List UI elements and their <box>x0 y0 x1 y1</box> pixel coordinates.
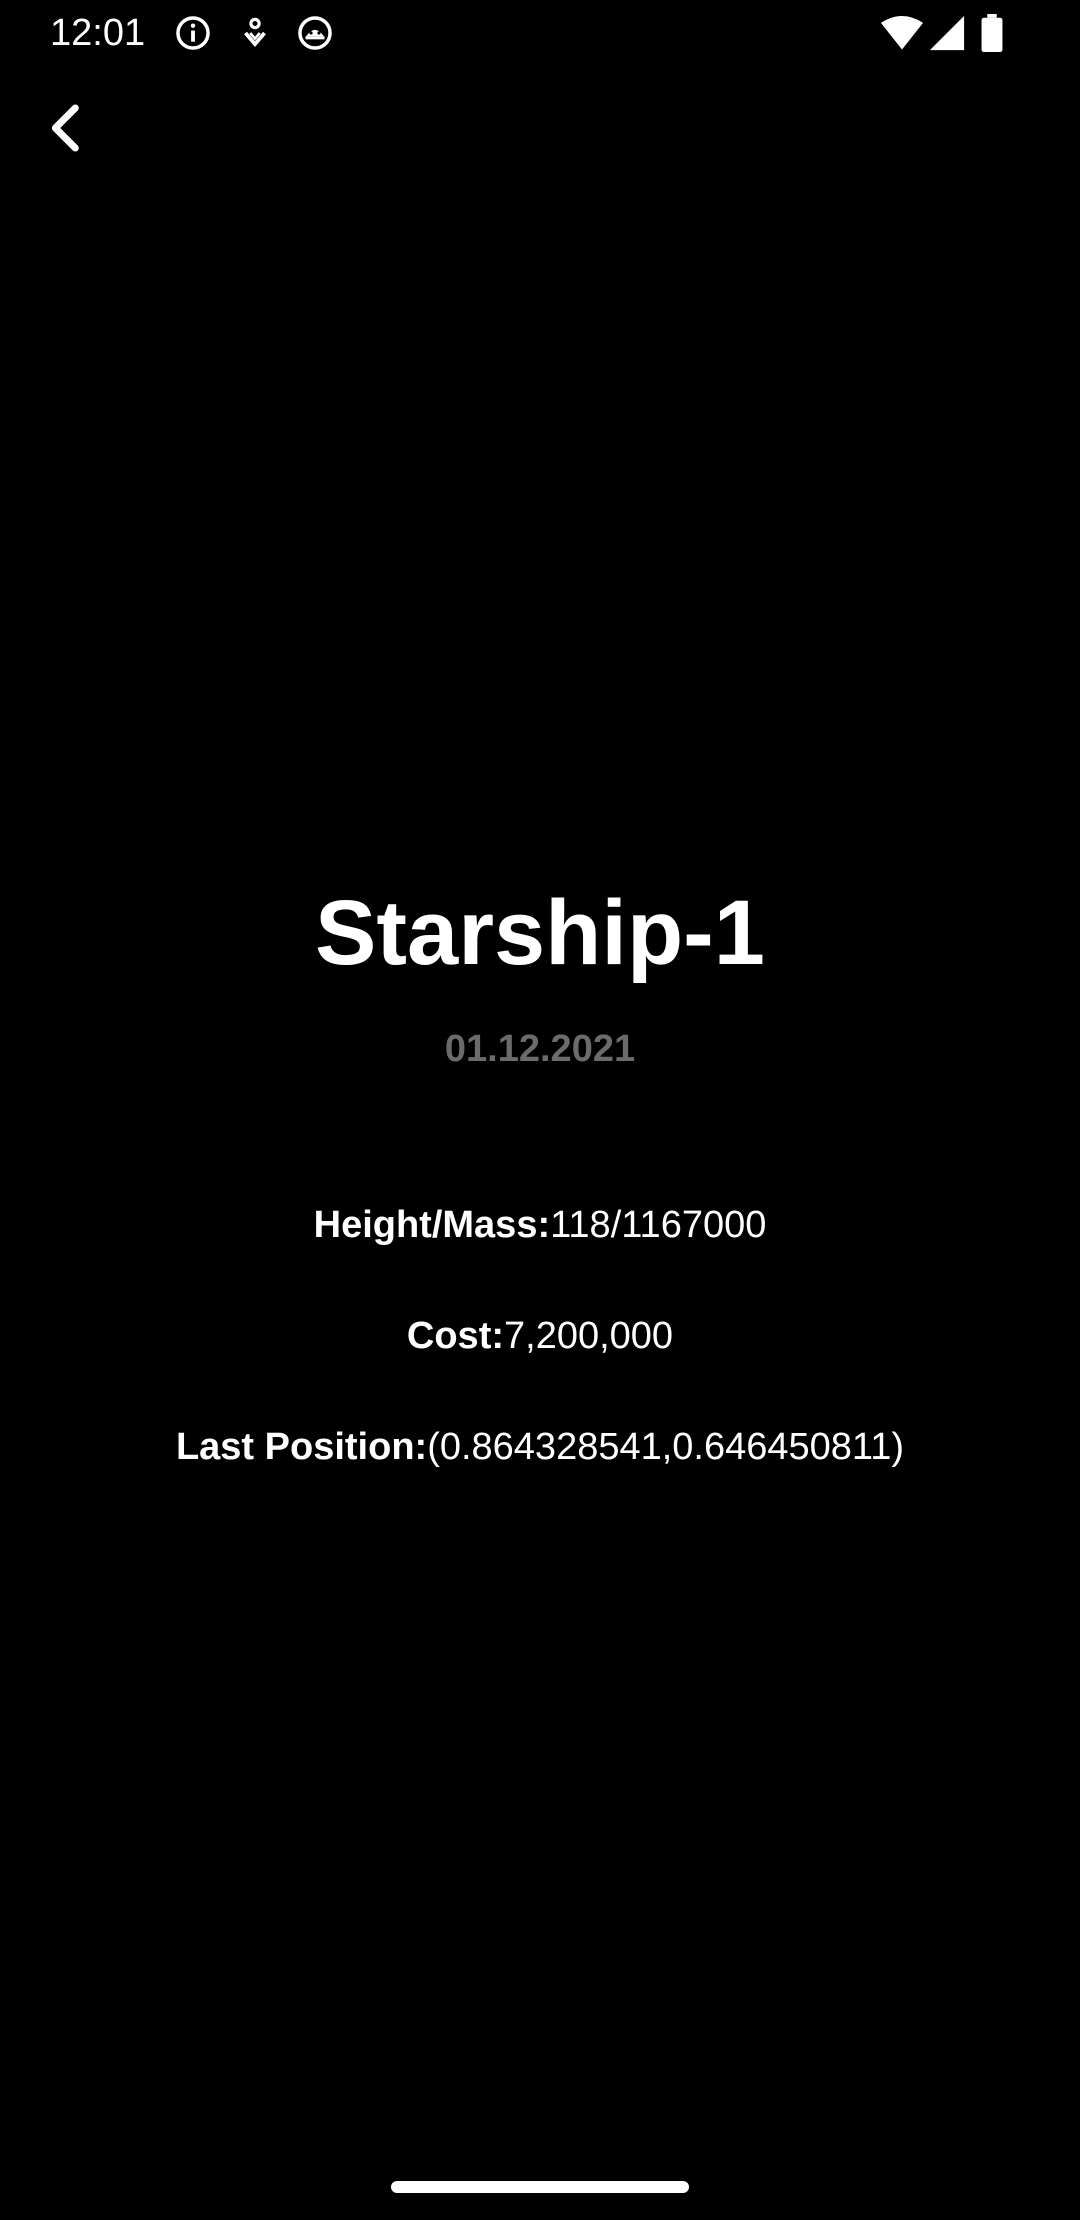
height-mass-label: Height/Mass: <box>313 1204 551 1246</box>
cost-row: Cost:7,200,000 <box>0 1313 1080 1359</box>
page-title: Starship-1 <box>315 882 765 984</box>
back-button[interactable] <box>34 96 98 160</box>
height-mass-row: Height/Mass:118/1167000 <box>0 1202 1080 1248</box>
info-icon <box>174 14 212 52</box>
cost-label: Cost: <box>406 1315 505 1357</box>
home-indicator[interactable] <box>391 2181 689 2193</box>
cost-value: 7,200,000 <box>504 1315 674 1357</box>
download-icon <box>236 14 274 52</box>
chevron-left-icon <box>51 104 79 152</box>
signal-icon <box>928 14 966 52</box>
last-position-row: Last Position:(0.864328541,0.646450811) <box>0 1424 1080 1470</box>
last-position-label: Last Position: <box>175 1426 428 1468</box>
android-icon <box>296 14 334 52</box>
height-mass-value: 118/1167000 <box>550 1204 767 1246</box>
battery-icon <box>980 14 1004 52</box>
wifi-icon <box>880 14 924 52</box>
date-label: 01.12.2021 <box>444 1028 636 1070</box>
status-time: 12:01 <box>50 12 146 54</box>
status-bar: 12:01 <box>0 0 1080 66</box>
last-position-value: (0.864328541,0.646450811) <box>427 1426 905 1468</box>
